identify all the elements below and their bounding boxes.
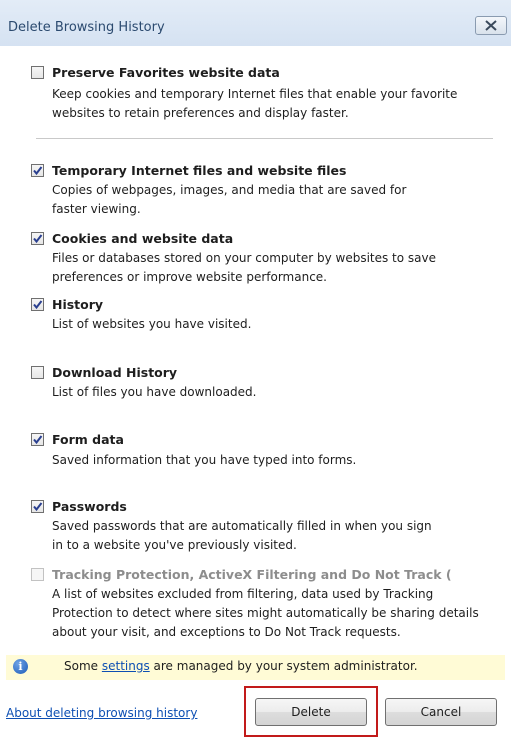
close-icon [485, 20, 497, 31]
checkmark-icon [33, 166, 43, 176]
option-title-cookies: Cookies and website data [52, 231, 234, 246]
admin-info-bar: i Some settings are managed by your syst… [6, 655, 505, 680]
option-title-tracking-protection: Tracking Protection, ActiveX Filtering a… [52, 567, 452, 582]
checkbox-passwords[interactable] [31, 500, 44, 513]
about-deleting-history-link[interactable]: About deleting browsing history [6, 705, 226, 721]
option-desc-tracking-protection: A list of websites excluded from filteri… [52, 587, 479, 639]
option-desc-preserve-favorites: Keep cookies and temporary Internet file… [52, 87, 458, 120]
checkbox-temporary-files[interactable] [31, 164, 44, 177]
option-desc-passwords: Saved passwords that are automatically f… [52, 519, 432, 552]
separator [36, 138, 493, 139]
checkmark-icon [33, 234, 43, 244]
checkbox-download-history[interactable] [31, 366, 44, 379]
option-title-form-data: Form data [52, 432, 124, 447]
checkbox-form-data[interactable] [31, 433, 44, 446]
checkmark-icon [33, 300, 43, 310]
checkbox-preserve-favorites[interactable] [31, 66, 44, 79]
option-title-preserve-favorites: Preserve Favorites website data [52, 65, 280, 80]
option-desc-cookies: Files or databases stored on your comput… [52, 251, 437, 284]
info-icon: i [13, 659, 28, 674]
checkbox-cookies[interactable] [31, 232, 44, 245]
checkmark-icon [33, 435, 43, 445]
dialog-title: Delete Browsing History [8, 20, 165, 35]
checkbox-history[interactable] [31, 298, 44, 311]
delete-button[interactable]: Delete [255, 698, 367, 726]
option-title-download-history: Download History [52, 365, 178, 380]
option-desc-form-data: Saved information that you have typed in… [52, 453, 357, 467]
checkbox-tracking-protection [31, 568, 44, 581]
option-desc-temporary-files: Copies of webpages, images, and media th… [52, 183, 407, 216]
option-desc-history: List of websites you have visited. [52, 317, 252, 331]
option-title-passwords: Passwords [52, 499, 127, 514]
settings-link[interactable]: settings [102, 659, 150, 673]
cancel-button[interactable]: Cancel [385, 698, 497, 726]
close-button[interactable] [475, 16, 507, 35]
checkmark-icon [33, 502, 43, 512]
admin-info-text: Some settings are managed by your system… [64, 659, 418, 673]
title-bar: Delete Browsing History [0, 0, 511, 46]
option-desc-download-history: List of files you have downloaded. [52, 385, 257, 399]
option-title-history: History [52, 297, 104, 312]
option-title-temporary-files: Temporary Internet files and website fil… [52, 163, 347, 178]
